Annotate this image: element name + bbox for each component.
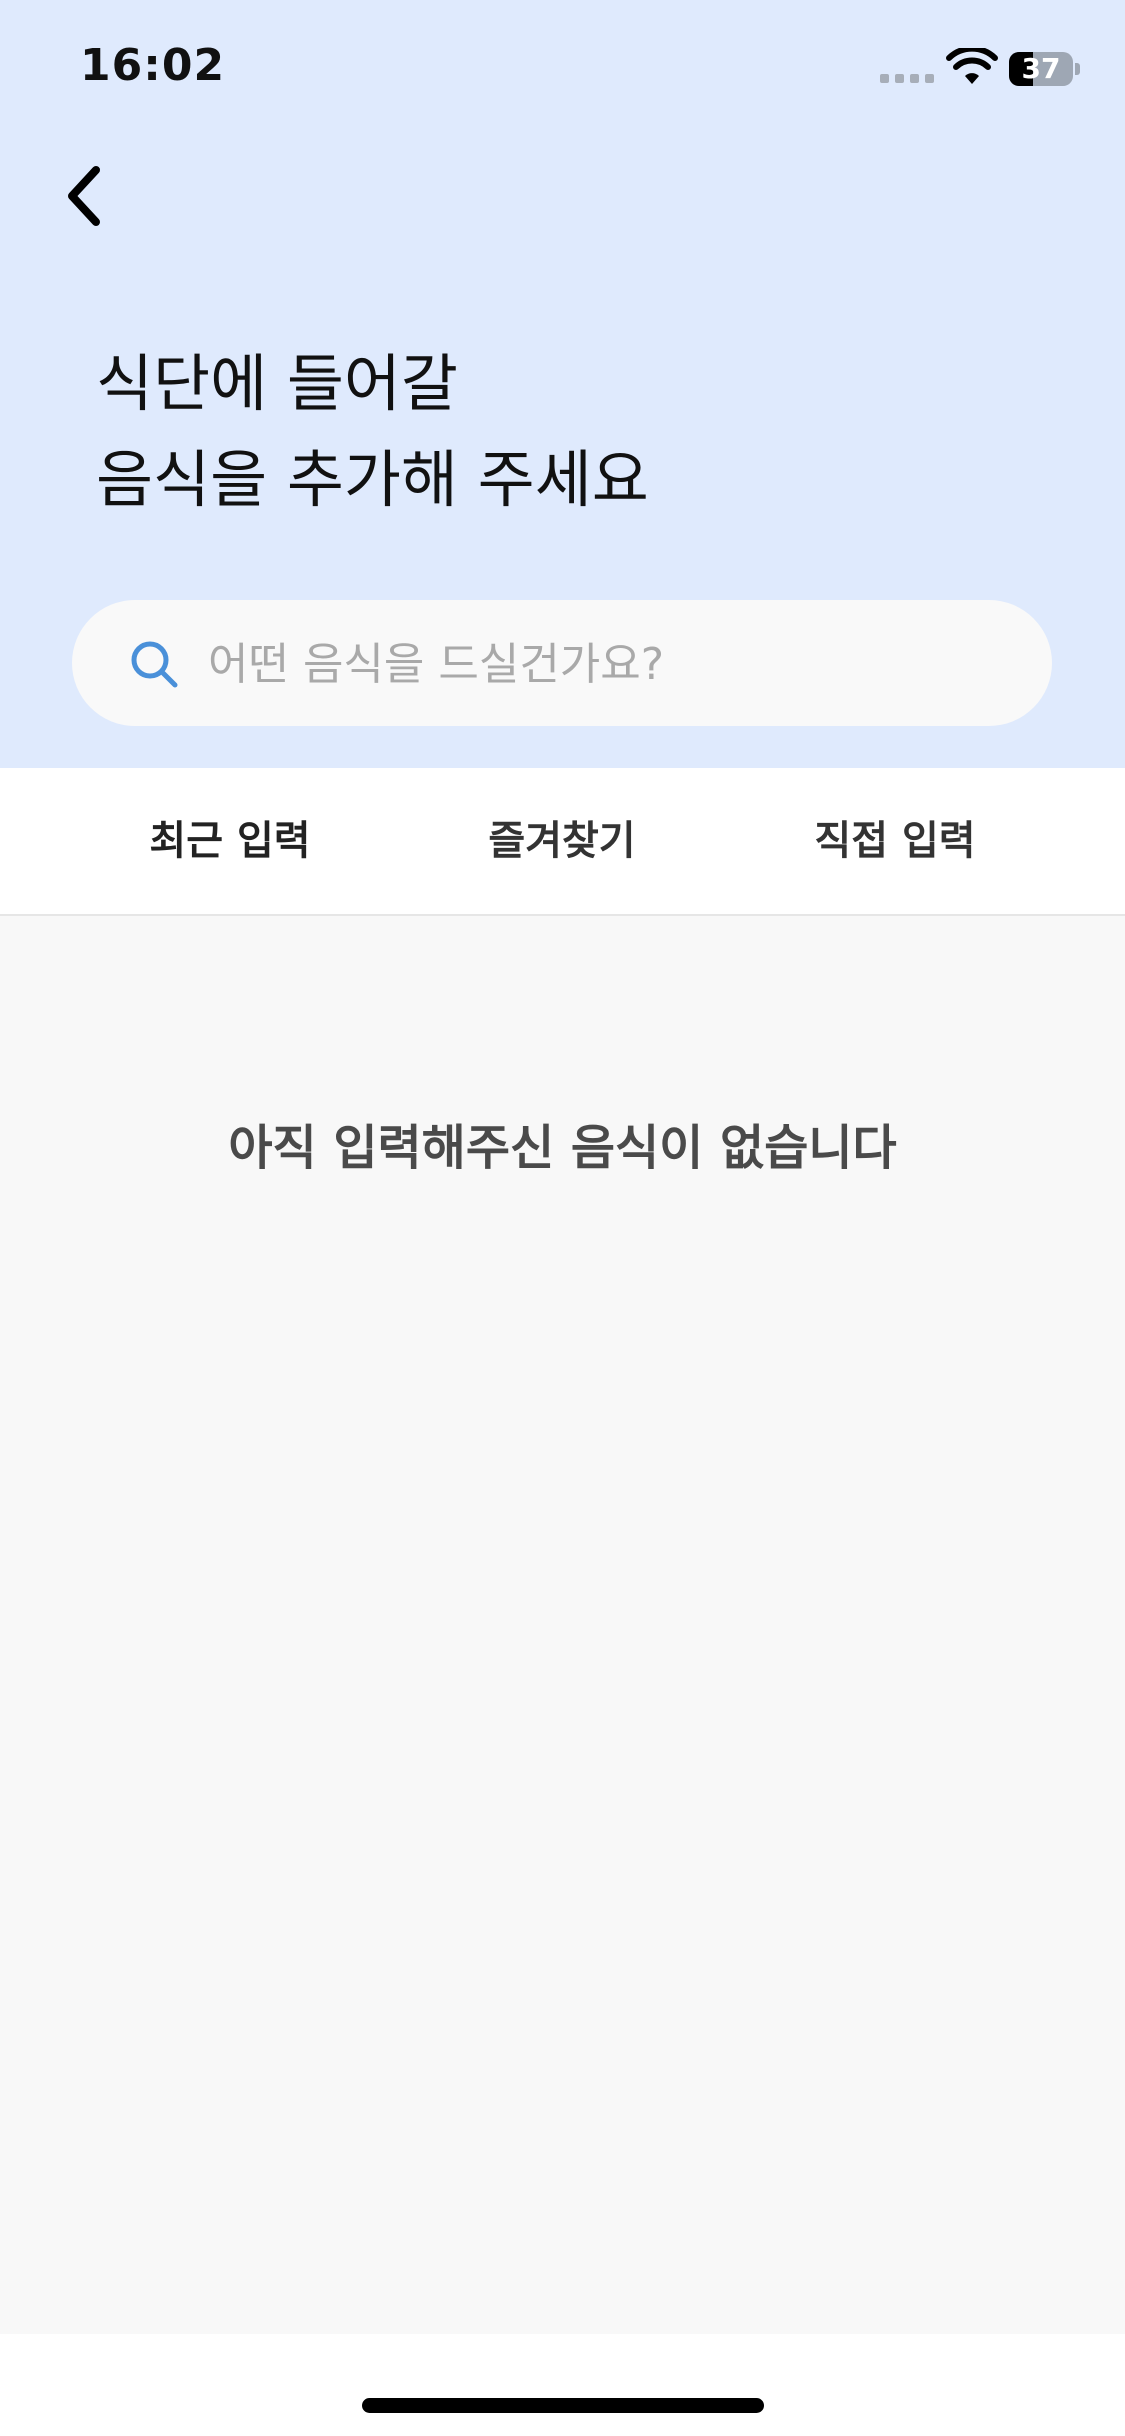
home-indicator[interactable] (362, 2398, 764, 2413)
signal-icon (880, 74, 934, 83)
chevron-left-icon (68, 166, 100, 226)
page-title-line-2: 음식을 추가해 주세요 (96, 443, 649, 516)
battery-tip (1075, 63, 1080, 75)
tab-direct-input[interactable]: 직접 입력 (745, 768, 1045, 914)
battery-icon: 37 (1009, 52, 1073, 86)
status-time: 16:02 (80, 40, 226, 91)
wifi-icon (946, 48, 998, 84)
tab-favorites[interactable]: 즐겨찾기 (412, 768, 712, 914)
page-title-line-1: 식단에 들어갈 (96, 347, 458, 420)
tab-recent-input[interactable]: 최근 입력 (80, 768, 380, 914)
tab-bar: 최근 입력 즐겨찾기 직접 입력 (0, 768, 1125, 916)
search-icon (131, 641, 178, 688)
search-box[interactable] (72, 600, 1052, 728)
page-title: 식단에 들어갈 음식을 추가해 주세요 (96, 336, 649, 528)
content-area: 아직 입력해주신 음식이 없습니다 (0, 916, 1125, 2334)
back-button[interactable] (56, 156, 120, 236)
bottom-safe-area (0, 2334, 1125, 2436)
battery-level: 37 (1021, 52, 1061, 85)
empty-state-message: 아직 입력해주신 음식이 없습니다 (228, 1120, 897, 1176)
header: 16:02 37 식단에 들어갈 음식을 추가해 주세요 (0, 0, 1125, 768)
search-input[interactable] (206, 600, 1010, 728)
